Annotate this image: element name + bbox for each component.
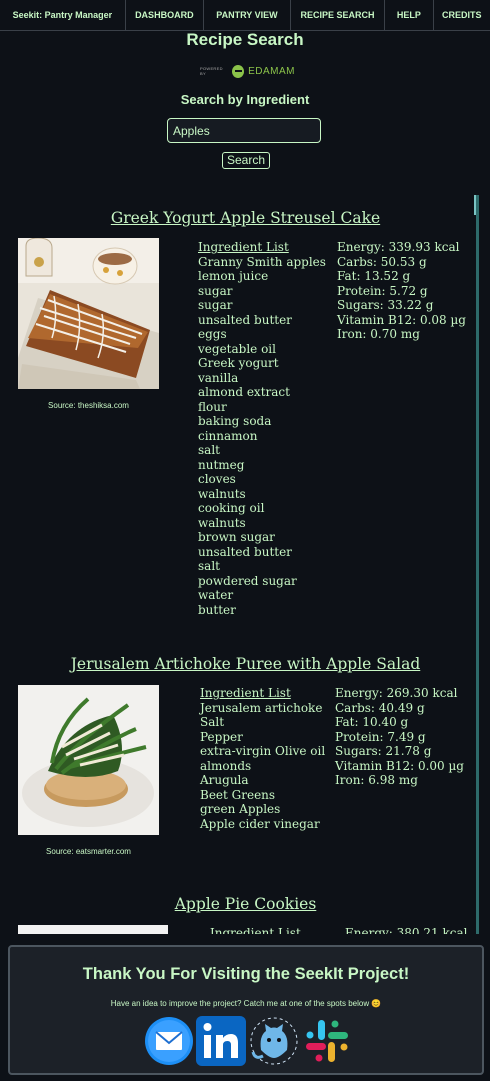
ingredient-item: green Apples xyxy=(200,802,281,816)
ingredient-item: Arugula xyxy=(200,773,249,787)
nutrition-list: Energy: 339.93 kcal Carbs: 50.53 g Fat: … xyxy=(337,240,466,342)
search-button[interactable]: Search xyxy=(222,152,270,169)
ingredient-item: baking soda xyxy=(198,414,272,428)
ingredient-item: vanilla xyxy=(198,370,239,385)
ingredient-item: flour xyxy=(198,399,227,414)
recipe-image xyxy=(18,925,168,934)
recipe-source: Source: eatsmarter.com xyxy=(46,847,131,856)
ingredient-item: unsalted butter xyxy=(198,312,292,327)
ingredient-search-input[interactable] xyxy=(167,118,321,143)
nav-credits[interactable]: CREDITS xyxy=(434,0,490,30)
ingredient-item: eggs xyxy=(198,327,227,341)
ingredient-item: Beet Greens xyxy=(200,787,276,802)
nutrition-item: Vitamin B12: 0.08 µg xyxy=(337,312,466,327)
page-title: Recipe Search xyxy=(186,30,304,49)
nutrition-list: Energy: 269.30 kcal Carbs: 40.49 g Fat: … xyxy=(335,686,464,788)
site-footer: Thank You For Visiting the SeekIt Projec… xyxy=(8,945,484,1075)
nutrition-item: Energy: 269.30 kcal xyxy=(335,686,458,700)
ingredient-item: almond extract xyxy=(198,385,290,399)
ingredient-item: butter xyxy=(198,602,236,617)
nav-help[interactable]: HELP xyxy=(385,0,434,30)
ingredient-item: unsalted butter xyxy=(198,544,292,559)
nav-brand[interactable]: Seekit: Pantry Manager xyxy=(0,0,126,30)
nutrition-item: Energy: 339.93 kcal xyxy=(337,240,460,254)
email-icon[interactable] xyxy=(144,1016,194,1066)
nutrition-item: Protein: 7.49 g xyxy=(335,729,426,744)
ingredient-item: cloves xyxy=(198,472,236,486)
github-icon[interactable] xyxy=(249,1016,299,1066)
edamam-logo-icon xyxy=(232,64,245,78)
top-nav: Seekit: Pantry Manager DASHBOARD PANTRY … xyxy=(0,0,490,31)
ingredient-item: salt xyxy=(198,559,220,573)
recipe-image xyxy=(18,685,159,835)
recipe-results[interactable]: Greek Yogurt Apple Streusel Cake Source:… xyxy=(18,195,479,934)
ingredient-item: Pepper xyxy=(200,729,243,744)
footer-subtitle: Have an idea to improve the project? Cat… xyxy=(110,999,382,1008)
recipe-title[interactable]: Jerusalem Artichoke Puree with Apple Sal… xyxy=(18,655,473,673)
recipe-title[interactable]: Apple Pie Cookies xyxy=(18,895,473,913)
nutrition-item: Iron: 0.70 mg xyxy=(337,327,420,341)
ingredient-item: brown sugar xyxy=(198,530,275,544)
nutrition-list: Energy: 380.21 kcal xyxy=(345,926,467,934)
ingredient-item: walnuts xyxy=(198,515,246,530)
ingredient-list: Ingredient List xyxy=(210,926,301,934)
nutrition-item: Protein: 5.72 g xyxy=(337,283,428,298)
ingredient-list-header[interactable]: Ingredient List xyxy=(198,240,326,255)
nutrition-item: Iron: 6.98 mg xyxy=(335,773,418,787)
ingredient-item: sugar xyxy=(198,298,233,312)
recipe-source: Source: theshiksa.com xyxy=(48,401,129,410)
ingredient-list-header[interactable]: Ingredient List xyxy=(200,686,325,701)
ingredient-item: sugar xyxy=(198,283,233,298)
ingredient-item: cinnamon xyxy=(198,428,258,443)
ingredient-item: vegetable oil xyxy=(198,341,276,356)
powered-by-label: POWERED BY xyxy=(200,66,223,76)
ingredient-item: cooking oil xyxy=(198,501,265,515)
ingredient-list-header[interactable]: Ingredient List xyxy=(210,926,301,934)
ingredient-item: nutmeg xyxy=(198,457,245,472)
ingredient-item: walnuts xyxy=(198,486,246,501)
ingredient-item: Apple cider vinegar xyxy=(200,816,320,831)
nutrition-item: Fat: 10.40 g xyxy=(335,715,409,729)
footer-title: Thank You For Visiting the SeekIt Projec… xyxy=(82,965,410,983)
ingredient-item: water xyxy=(198,588,234,602)
recipe-title[interactable]: Greek Yogurt Apple Streusel Cake xyxy=(18,209,473,227)
ingredient-list: Ingredient List Granny Smith apples lemo… xyxy=(198,240,326,617)
nutrition-item: Sugars: 33.22 g xyxy=(337,298,434,312)
ingredient-item: Granny Smith apples xyxy=(198,254,326,269)
nutrition-item: Carbs: 40.49 g xyxy=(335,700,425,715)
edamam-label: EDAMAM xyxy=(248,65,295,77)
ingredient-item: Greek yogurt xyxy=(198,356,279,370)
nutrition-item: Carbs: 50.53 g xyxy=(337,254,427,269)
nutrition-item: Fat: 13.52 g xyxy=(337,269,411,283)
nutrition-item: Vitamin B12: 0.00 µg xyxy=(335,758,464,773)
linkedin-icon[interactable] xyxy=(196,1016,246,1066)
ingredient-item: Salt xyxy=(200,715,225,729)
nav-dashboard[interactable]: DASHBOARD xyxy=(126,0,204,30)
ingredient-item: Jerusalem artichoke xyxy=(200,700,323,715)
ingredient-item: powdered sugar xyxy=(198,573,297,588)
ingredient-item: extra-virgin Olive oil xyxy=(200,744,326,758)
nav-pantry-view[interactable]: PANTRY VIEW xyxy=(204,0,292,30)
nutrition-item: Sugars: 21.78 g xyxy=(335,744,432,758)
ingredient-item: salt xyxy=(198,443,220,457)
powered-by-edamam: POWERED BY EDAMAM xyxy=(200,62,295,80)
slack-icon[interactable] xyxy=(302,1016,352,1066)
ingredient-list: Ingredient List Jerusalem artichoke Salt… xyxy=(200,686,325,831)
ingredient-item: almonds xyxy=(200,758,252,773)
nutrition-item: Energy: 380.21 kcal xyxy=(345,926,468,934)
ingredient-item: lemon juice xyxy=(198,269,269,283)
recipe-image xyxy=(18,238,159,389)
nav-recipe-search[interactable]: RECIPE SEARCH xyxy=(291,0,386,30)
search-subtitle: Search by Ingredient xyxy=(180,92,310,107)
